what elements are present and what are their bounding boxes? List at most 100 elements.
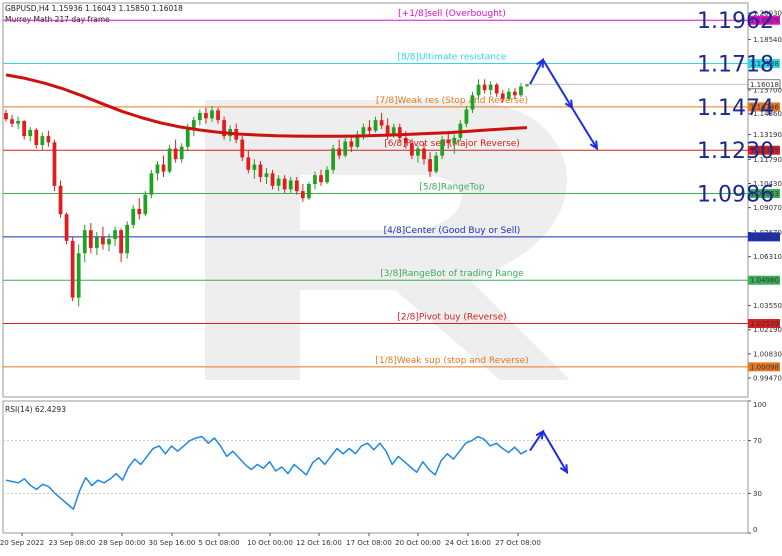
murrey-level-label: [8/8]Ultimate resistance xyxy=(398,53,507,63)
candle-body xyxy=(161,164,166,172)
big-level-label: 1.1474 xyxy=(697,96,774,121)
candle-body xyxy=(240,139,245,158)
price-tick-label: 1.06310 xyxy=(753,253,782,261)
price-tick-label: 0.99470 xyxy=(753,375,782,383)
candle-body xyxy=(331,148,336,170)
candle-body xyxy=(452,137,457,144)
candle-body xyxy=(428,159,432,172)
symbol-header: GBPUSD,H4 1.15936 1.16043 1.15850 1.1601… xyxy=(5,4,183,13)
candle-body xyxy=(519,86,523,96)
time-tick-label: 30 Sep 16:00 xyxy=(149,539,196,547)
candle-body xyxy=(288,180,293,190)
time-tick-label: 20 Sep 2022 xyxy=(0,539,44,547)
time-tick-label: 17 Oct 08:00 xyxy=(346,539,392,547)
candle-body xyxy=(76,253,81,298)
candle-body xyxy=(179,146,184,160)
candle-body xyxy=(488,84,493,90)
indicator-header: Murrey Math 217 day frame xyxy=(5,15,110,24)
candle-body xyxy=(410,143,414,156)
murrey-level-label: [1/8]Weak sup (stop and Reverse) xyxy=(375,356,528,366)
candle-body xyxy=(34,129,39,145)
rsi-header: RSI(14) 62.4293 xyxy=(5,405,66,414)
murrey-level-label: [7/8]Weak res (Stop and Reverse) xyxy=(376,96,528,106)
candle-body xyxy=(337,148,342,156)
candle-body xyxy=(46,136,51,143)
price-tick-label: 1.18540 xyxy=(753,36,782,44)
candle-body xyxy=(440,139,445,156)
candle-body xyxy=(131,208,136,225)
murrey-level-label: [4/8]Center (Good Buy or Sell) xyxy=(384,226,521,236)
candle-body xyxy=(270,173,275,186)
murrey-price-tag-label: 1.07422 xyxy=(750,233,779,241)
candle-body xyxy=(28,129,33,137)
murrey-level-label: [3/8]RangeBot of trading Range xyxy=(380,269,524,279)
candle-body xyxy=(470,95,475,110)
candle-body xyxy=(216,110,220,121)
candle-body xyxy=(149,173,154,195)
candle-body xyxy=(506,91,511,99)
candle-body xyxy=(204,113,208,119)
candle-body xyxy=(94,237,99,248)
candle-body xyxy=(379,120,384,126)
candle-body xyxy=(276,178,281,186)
rsi-tick-label: 30 xyxy=(753,490,762,498)
candle-body xyxy=(403,137,408,144)
candle-body xyxy=(397,127,402,138)
candle-body xyxy=(307,184,311,199)
candle-body xyxy=(107,239,111,245)
candle-body xyxy=(476,84,481,96)
candle-body xyxy=(143,194,148,215)
candle-body xyxy=(167,148,172,172)
candle-body xyxy=(137,208,142,215)
chart-svg: GBPUSD,H4 1.15936 1.16043 1.15850 1.1601… xyxy=(0,0,782,552)
candle-body xyxy=(52,142,57,186)
murrey-level-label: [5/8]RangeTop xyxy=(419,183,485,193)
candle-body xyxy=(210,110,214,119)
murrey-level-label: [+1/8]sell (Overbought) xyxy=(398,9,506,19)
big-level-label: 1.1962 xyxy=(697,9,774,34)
candle-body xyxy=(500,93,505,99)
candle-body xyxy=(155,164,160,174)
rsi-tick-label: 100 xyxy=(753,401,766,409)
candle-body xyxy=(525,84,529,86)
candle-body xyxy=(313,175,317,185)
rsi-tick-label: 0 xyxy=(753,526,757,534)
candle-body xyxy=(125,224,130,254)
candle-body xyxy=(22,121,27,137)
candle-body xyxy=(294,180,299,192)
candle-body xyxy=(373,120,378,131)
price-tick-label: 1.00830 xyxy=(753,350,782,358)
candle-body xyxy=(252,164,257,170)
candle-body xyxy=(113,230,117,240)
candle-body xyxy=(464,109,469,124)
candle-body xyxy=(197,113,202,121)
candle-body xyxy=(494,84,499,94)
time-tick-label: 28 Sep 00:00 xyxy=(99,539,146,547)
time-tick-label: 10 Oct 00:00 xyxy=(247,539,293,547)
candle-body xyxy=(82,230,87,254)
candle-body xyxy=(101,237,105,245)
candle-body xyxy=(367,127,372,131)
candle-body xyxy=(300,191,305,199)
candle-body xyxy=(422,148,426,160)
time-tick-label: 27 Oct 08:00 xyxy=(495,539,541,547)
candle-body xyxy=(513,91,517,96)
candle-body xyxy=(361,127,366,135)
candle-body xyxy=(264,173,269,177)
murrey-price-tag-label: 1.00098 xyxy=(750,363,779,371)
candle-body xyxy=(319,175,323,183)
murrey-price-tag-label: 1.02539 xyxy=(750,320,779,328)
candle-body xyxy=(343,141,348,156)
candle-body xyxy=(64,214,69,241)
candle-body xyxy=(246,157,251,170)
candle-body xyxy=(16,121,20,124)
big-level-label: 1.0986 xyxy=(697,183,774,208)
candle-body xyxy=(88,230,93,248)
candle-body xyxy=(10,119,14,124)
murrey-level-label: [2/8]Pivot buy (Reverse) xyxy=(397,313,506,323)
candle-body xyxy=(173,148,178,160)
candle-body xyxy=(446,139,451,144)
candle-body xyxy=(40,136,45,145)
big-level-label: 1.1230 xyxy=(697,139,774,164)
candle-body xyxy=(119,230,123,254)
